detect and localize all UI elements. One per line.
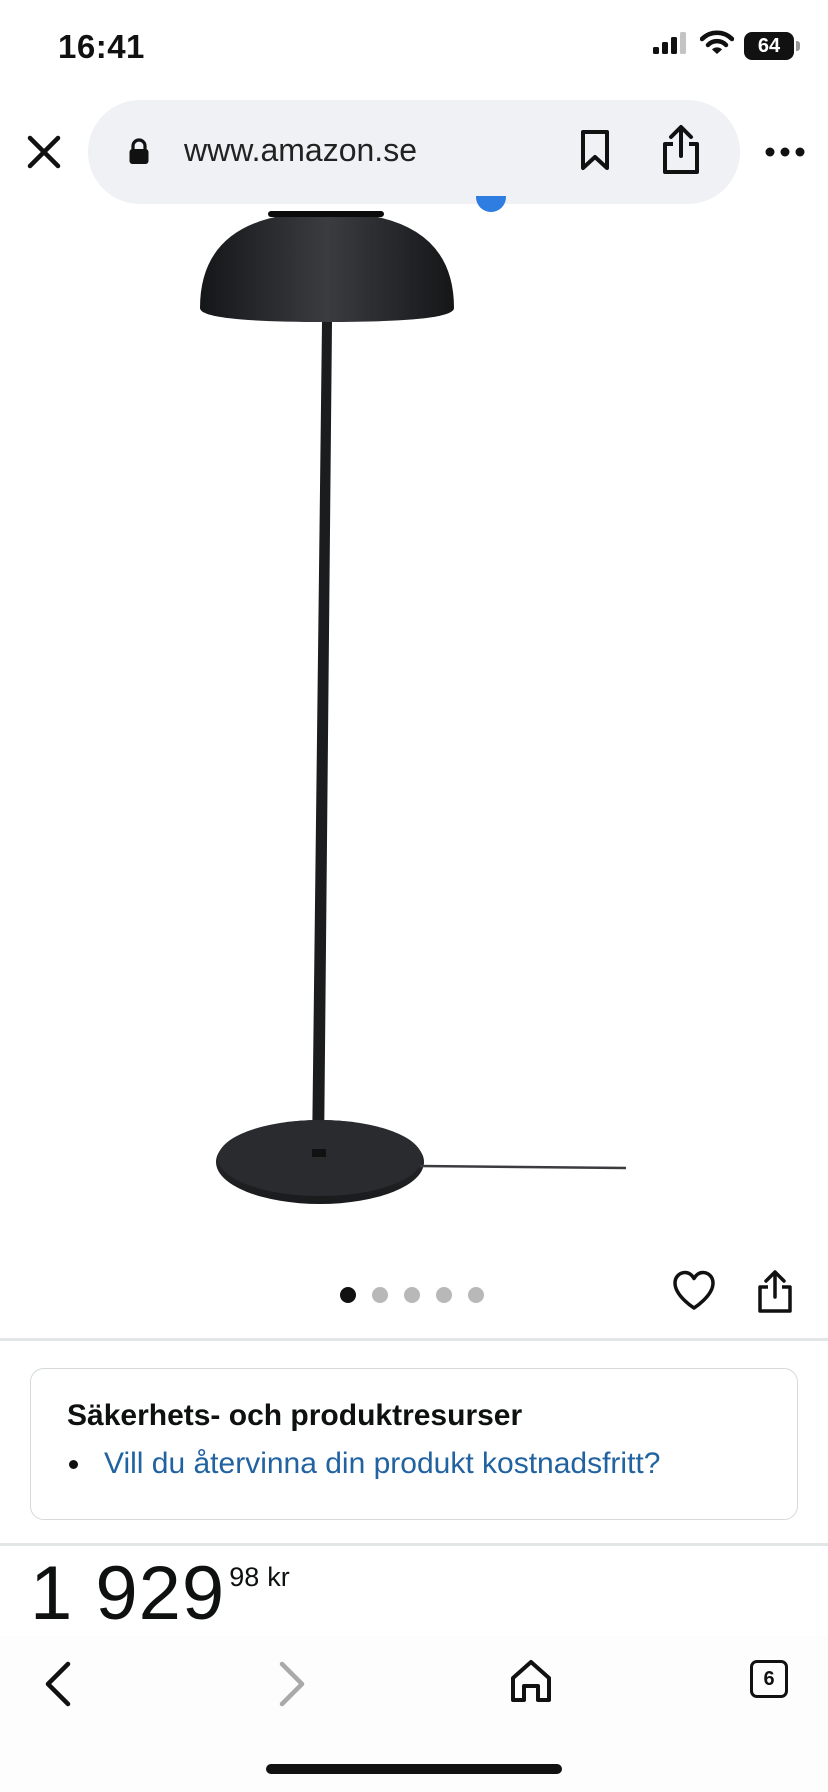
close-button[interactable] xyxy=(22,130,66,174)
wifi-icon xyxy=(699,30,735,61)
image-pagination[interactable] xyxy=(340,1287,484,1303)
carousel-dot[interactable] xyxy=(404,1287,420,1303)
wishlist-heart-icon[interactable] xyxy=(672,1270,716,1317)
lock-icon xyxy=(128,138,150,171)
divider xyxy=(0,1338,828,1341)
bookmark-icon[interactable] xyxy=(578,128,612,177)
product-price: 1 929 98 kr xyxy=(30,1556,290,1632)
forward-icon[interactable] xyxy=(272,1658,312,1715)
screen: 16:41 64 www.amazon.se Säkerhets- och pr… xyxy=(0,0,828,1792)
safety-resources-title: Säkerhets- och produktresurser xyxy=(67,1399,523,1432)
home-icon[interactable] xyxy=(508,1658,554,1709)
carousel-dot[interactable] xyxy=(372,1287,388,1303)
price-fraction: 98 xyxy=(229,1562,260,1592)
carousel-dot[interactable] xyxy=(436,1287,452,1303)
home-indicator[interactable] xyxy=(266,1764,562,1774)
safety-resource-item: Vill du återvinna din produkt kostnadsfr… xyxy=(67,1447,660,1481)
recycle-product-link[interactable]: Vill du återvinna din produkt kostnadsfr… xyxy=(104,1447,660,1481)
browser-address-bar: www.amazon.se xyxy=(0,100,828,204)
close-icon xyxy=(27,135,61,169)
share-icon[interactable] xyxy=(660,124,702,181)
product-image-carousel[interactable] xyxy=(0,204,828,1244)
price-whole: 1 929 xyxy=(30,1551,226,1636)
carousel-dot[interactable] xyxy=(468,1287,484,1303)
carousel-dot[interactable] xyxy=(340,1287,356,1303)
battery-cap xyxy=(796,40,800,51)
status-indicators: 64 xyxy=(652,30,800,61)
floor-lamp-image xyxy=(200,211,627,1204)
status-bar: 16:41 64 xyxy=(0,0,828,96)
share-product-icon[interactable] xyxy=(756,1270,794,1319)
tabs-count: 6 xyxy=(763,1667,775,1690)
bullet xyxy=(69,1459,78,1469)
back-icon[interactable] xyxy=(38,1658,78,1715)
signal-icon xyxy=(652,31,690,60)
more-button[interactable] xyxy=(760,140,810,164)
price-currency: kr xyxy=(267,1562,290,1592)
safety-resources-card: Säkerhets- och produktresurser Vill du å… xyxy=(30,1368,798,1520)
battery-level: 64 xyxy=(757,34,781,57)
more-icon xyxy=(765,147,805,157)
url-field[interactable]: www.amazon.se xyxy=(88,100,740,204)
status-time: 16:41 xyxy=(58,28,145,65)
url-text: www.amazon.se xyxy=(184,132,417,168)
divider xyxy=(0,1543,828,1546)
battery-icon: 64 xyxy=(744,31,800,60)
tabs-icon[interactable]: 6 xyxy=(750,1660,788,1698)
